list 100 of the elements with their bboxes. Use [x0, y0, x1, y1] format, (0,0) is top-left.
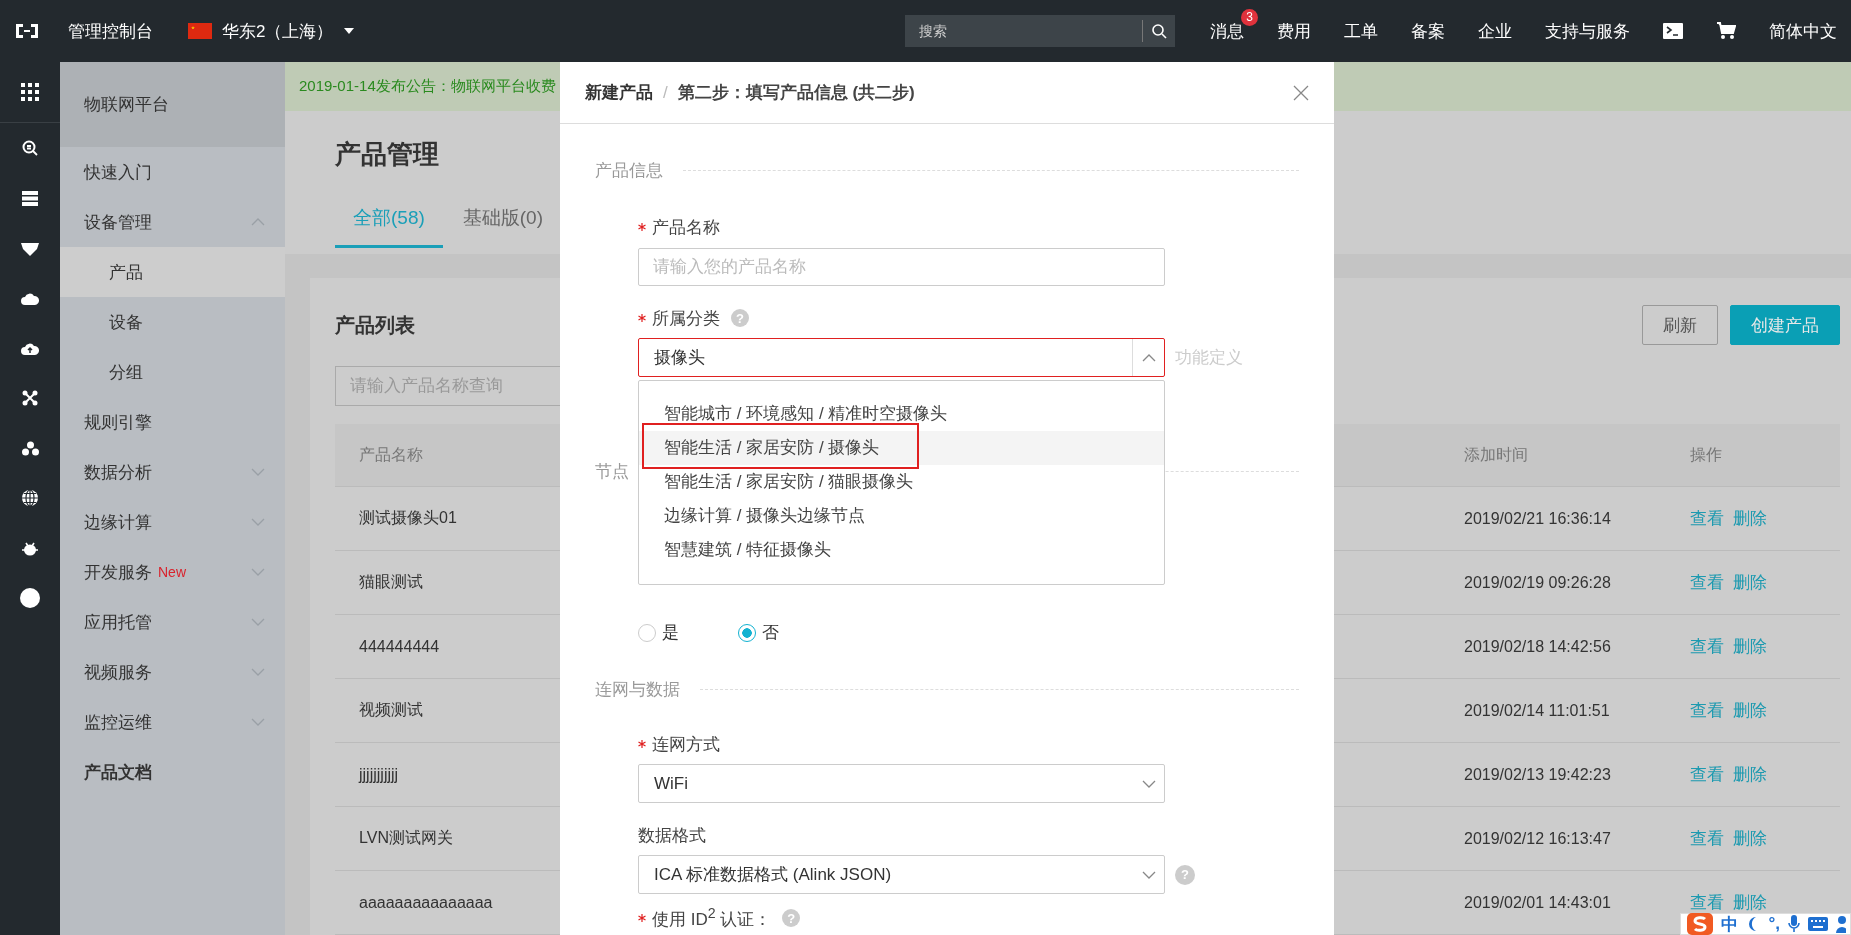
breadcrumb-separator: /: [663, 82, 668, 103]
radio-button[interactable]: [738, 623, 756, 642]
column-header: 操作: [1690, 444, 1723, 465]
chevron-down-icon: [1142, 870, 1156, 879]
chevron-up-icon: [1141, 353, 1156, 362]
search-field[interactable]: 搜索: [905, 15, 1175, 47]
flag-icon: [188, 23, 212, 39]
sidebar-item[interactable]: 应用托管: [60, 597, 285, 647]
search-icon[interactable]: [22, 140, 38, 156]
nav-link[interactable]: 简体中文: [1769, 19, 1837, 43]
user-icon[interactable]: [1836, 915, 1846, 933]
sidebar-subitem[interactable]: 分组: [60, 347, 285, 397]
search-icon[interactable]: [1151, 23, 1167, 39]
field-label: 连网方式: [652, 733, 720, 756]
cloud-upload-icon[interactable]: [21, 341, 39, 355]
section-title: 连网与数据: [595, 678, 680, 701]
microphone-icon[interactable]: [1788, 915, 1800, 933]
cluster-icon[interactable]: [21, 440, 39, 456]
nav-link[interactable]: 工单: [1344, 19, 1378, 43]
column-header: 产品名称: [359, 444, 423, 465]
grid-icon[interactable]: [21, 83, 39, 101]
field-label: 产品名称: [652, 216, 720, 239]
nav-link[interactable]: 费用: [1277, 19, 1311, 43]
notification-badge: 3: [1241, 8, 1258, 26]
nav-link[interactable]: 备案: [1411, 19, 1445, 43]
sidebar-item[interactable]: 设备管理: [60, 197, 285, 247]
breadcrumb-link[interactable]: 新建产品: [585, 81, 653, 104]
nav-link[interactable]: 企业: [1478, 19, 1512, 43]
dropdown-option[interactable]: 智能生活 / 家居安防 / 猫眼摄像头: [639, 465, 1164, 499]
chevron-down-icon: [1142, 779, 1156, 788]
dropdown-option[interactable]: 智能生活 / 家居安防 / 摄像头: [639, 431, 1164, 465]
table-cell-text: 2019/02/12 16:13:47: [1464, 829, 1612, 848]
sidebar-subitem[interactable]: 产品: [60, 247, 285, 297]
table-cell-text: 2019/02/19 09:26:28: [1464, 573, 1612, 592]
dropdown-option[interactable]: 智能城市 / 环境感知 / 精准时空摄像头: [639, 397, 1164, 431]
caret-icon: [343, 27, 356, 35]
chevron-down-icon: [251, 718, 265, 726]
sidebar-item[interactable]: 视频服务: [60, 647, 285, 697]
input-mode-label[interactable]: 中: [1721, 912, 1739, 935]
product-name-field[interactable]: 请输入您的产品名称: [638, 248, 1165, 286]
category-select[interactable]: 摄像头: [638, 338, 1165, 377]
sidebar-item[interactable]: 数据分析: [60, 447, 285, 497]
punctuation-label[interactable]: °,: [1768, 914, 1780, 934]
sidebar-title: 物联网平台: [60, 62, 285, 147]
field-label: 所属分类: [652, 307, 720, 330]
nav-link[interactable]: 消息: [1210, 19, 1244, 43]
chevron-down-icon: [251, 518, 265, 526]
section-title: 节点: [595, 460, 629, 483]
server-icon[interactable]: [22, 190, 38, 206]
table-cell-text: 2019/02/01 14:43:01: [1464, 893, 1612, 912]
chevron-down-icon: [251, 618, 265, 626]
radio-button[interactable]: [638, 623, 656, 642]
chevron-up-icon: [251, 218, 265, 226]
notice-text: 2019-01-14发布公告：物联网平台收费: [299, 76, 556, 96]
page-title: 产品管理: [335, 137, 439, 171]
nav-link[interactable]: 支持与服务: [1545, 19, 1630, 43]
network-icon[interactable]: [22, 390, 38, 406]
chevron-down-icon: [251, 568, 265, 576]
input-method-logo-icon[interactable]: [1687, 913, 1714, 935]
sidebar-item[interactable]: 规则引擎: [60, 397, 285, 447]
sidebar-item[interactable]: 快速入门: [60, 147, 285, 197]
circle-icon[interactable]: [20, 588, 40, 608]
bug-icon[interactable]: [21, 540, 39, 556]
cloud-icon[interactable]: [21, 291, 39, 305]
table-cell-text: 2019/02/14 11:01:51: [1464, 701, 1611, 720]
cart-icon[interactable]: [1716, 22, 1736, 40]
table-cell-text: 2019/02/21 16:36:14: [1464, 509, 1612, 528]
table-cell-text: 2019/02/13 19:42:23: [1464, 765, 1612, 784]
sidebar-item[interactable]: 产品文档: [60, 747, 285, 797]
refresh-button[interactable]: 刷新: [1642, 305, 1718, 345]
table-cell-text: 2019/02/18 14:42:56: [1464, 637, 1612, 656]
terminal-icon[interactable]: [1663, 23, 1683, 39]
radio-label: 是: [662, 622, 679, 644]
column-header: 添加时间: [1464, 444, 1529, 465]
chevron-down-icon: [251, 468, 265, 476]
field-label: 数据格式: [638, 824, 706, 847]
table-cell-text: 视频测试: [359, 700, 423, 720]
dropdown-option[interactable]: 智慧建筑 / 特征摄像头: [639, 533, 1164, 567]
sidebar-item[interactable]: 监控运维: [60, 697, 285, 747]
keyboard-icon[interactable]: [1808, 917, 1828, 931]
table-cell-text: LVN测试网关: [359, 828, 453, 848]
table-cell: 444444444: [359, 637, 440, 656]
shield-icon[interactable]: [21, 240, 39, 256]
card-title: 产品列表: [335, 312, 415, 338]
sidebar-subitem[interactable]: 设备: [60, 297, 285, 347]
tab[interactable]: 基础版(0): [444, 204, 562, 248]
field-label: 使用 ID$^{2}$ 认证：: [652, 905, 772, 931]
region-selector[interactable]: 华东2（上海）: [188, 19, 356, 43]
sidebar-item[interactable]: 开发服务 New: [60, 547, 285, 597]
dialog-title: 第二步：填写产品信息 (共二步): [677, 82, 915, 104]
dropdown-select[interactable]: WiFi: [638, 764, 1165, 803]
table-cell-text: 测试摄像头01: [359, 508, 457, 528]
console-link[interactable]: 管理控制台: [68, 19, 153, 43]
sidebar-item[interactable]: 边缘计算: [60, 497, 285, 547]
table-cell: jjjjjjjjjjj: [359, 765, 399, 784]
globe-icon[interactable]: [21, 489, 39, 507]
logo-icon[interactable]: [14, 22, 40, 40]
dropdown-option[interactable]: 边缘计算 / 摄像头边缘节点: [639, 499, 1164, 533]
close-icon[interactable]: [1293, 84, 1309, 101]
dropdown-select[interactable]: ICA 标准数据格式 (Alink JSON): [638, 855, 1165, 894]
